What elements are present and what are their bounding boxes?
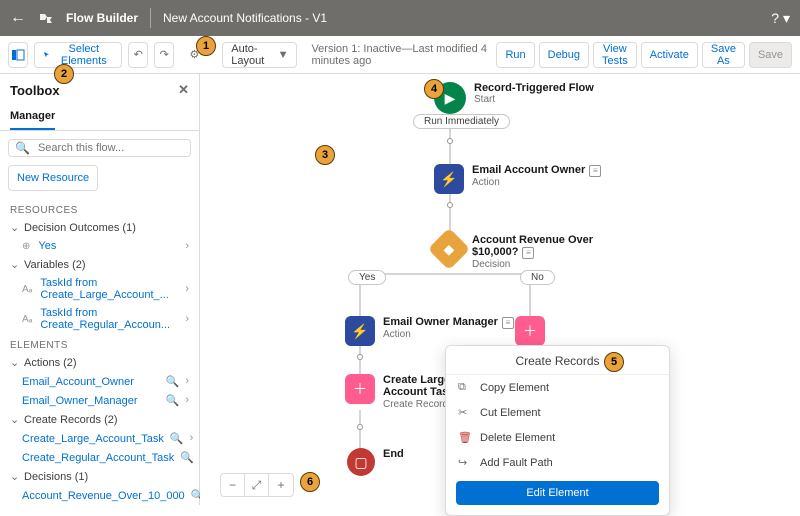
debug-button[interactable]: Debug [539, 42, 589, 68]
email-owner-manager-node[interactable]: ⚡ Email Owner Manager≡Action [345, 316, 514, 346]
callout-5: 5 [604, 352, 624, 372]
context-menu-title: Create Records [446, 346, 669, 375]
new-resource-button[interactable]: New Resource [8, 165, 98, 191]
find-icon[interactable]: 🔍 [166, 394, 180, 407]
variable-item[interactable]: AₐTaskId from Create_Regular_Accoun...› [0, 304, 199, 334]
group-decisions[interactable]: ⌄Decisions (1) [0, 467, 199, 486]
ctx-add-fault[interactable]: ↪Add Fault Path [446, 450, 669, 475]
variable-item[interactable]: AₐTaskId from Create_Large_Account_...› [0, 274, 199, 304]
undo-button[interactable]: ↶ [128, 42, 148, 68]
add-node-dot[interactable] [357, 354, 363, 360]
find-icon[interactable]: 🔍 [170, 432, 184, 445]
toolbox-title: Toolbox [10, 83, 60, 98]
search-input[interactable] [36, 141, 184, 155]
find-icon[interactable]: 🔍 [180, 451, 194, 464]
group-actions[interactable]: ⌄Actions (2) [0, 353, 199, 372]
ctx-copy[interactable]: ⧉Copy Element [446, 375, 669, 400]
layout-mode-select[interactable]: Auto-Layout▼ [222, 42, 297, 68]
callout-3: 3 [315, 145, 335, 165]
close-icon[interactable]: ✕ [178, 82, 189, 98]
callout-2: 2 [54, 64, 74, 84]
back-arrow-icon[interactable]: ← [10, 9, 26, 27]
callout-4: 4 [424, 79, 444, 99]
resource-yes[interactable]: ⊕Yes› [0, 237, 199, 255]
save-as-button[interactable]: Save As [702, 42, 745, 68]
divider [150, 8, 151, 28]
branch-no[interactable]: No [520, 270, 555, 285]
bolt-icon: ⚡ [345, 316, 375, 346]
context-menu: Create Records ⧉Copy Element ✂Cut Elemen… [445, 345, 670, 516]
flow-logo-icon [38, 10, 54, 26]
cut-icon: ✂ [458, 406, 472, 419]
redo-button[interactable]: ↷ [154, 42, 174, 68]
create-records-icon: ＋ [345, 374, 375, 404]
trash-icon: 🗑 [458, 431, 472, 444]
element-item[interactable]: Create_Large_Account_Task🔍› [0, 429, 199, 448]
add-node-dot[interactable] [357, 424, 363, 430]
end-icon: ▢ [347, 448, 375, 476]
group-variables[interactable]: ⌄Variables (2) [0, 255, 199, 274]
element-item[interactable]: Email_Owner_Manager🔍› [0, 391, 199, 410]
find-icon[interactable]: 🔍 [166, 375, 180, 388]
view-tests-button[interactable]: View Tests [593, 42, 637, 68]
element-item[interactable]: Email_Account_Owner🔍› [0, 372, 199, 391]
decision-icon: ◆ [428, 228, 470, 270]
decision-node[interactable]: ◆ Account Revenue Over $10,000?≡Decision [434, 234, 602, 270]
select-elements-label: Select Elements [54, 43, 113, 67]
run-immediately-pill[interactable]: Run Immediately [413, 114, 510, 129]
version-status: Version 1: Inactive—Last modified 4 minu… [311, 43, 490, 67]
create-records-right-node[interactable]: ＋ [515, 316, 545, 346]
copy-icon: ⧉ [458, 381, 472, 394]
app-title: Flow Builder [66, 11, 138, 25]
ctx-delete[interactable]: 🗑Delete Element [446, 425, 669, 450]
ctx-edit-element[interactable]: Edit Element [456, 481, 659, 505]
group-create-records[interactable]: ⌄Create Records (2) [0, 410, 199, 429]
layout-mode-label: Auto-Layout [231, 43, 271, 67]
element-item[interactable]: Create_Regular_Account_Task🔍› [0, 448, 199, 467]
flow-name: New Account Notifications - V1 [163, 11, 327, 25]
note-icon[interactable]: ≡ [589, 165, 601, 177]
search-icon: 🔍 [15, 141, 30, 155]
resources-heading: RESOURCES [0, 199, 199, 218]
start-node[interactable]: ▶ Record-Triggered FlowStart [434, 82, 594, 114]
note-icon[interactable]: ≡ [502, 317, 514, 329]
bolt-icon: ⚡ [434, 164, 464, 194]
callout-6: 6 [300, 472, 320, 492]
activate-button[interactable]: Activate [641, 42, 698, 68]
search-input-wrap[interactable]: 🔍 [8, 139, 191, 157]
element-item[interactable]: Account_Revenue_Over_10_000🔍› [0, 486, 199, 505]
toolbox-panel: Toolbox ✕ Manager 🔍 New Resource RESOURC… [0, 74, 200, 505]
ctx-cut[interactable]: ✂Cut Element [446, 400, 669, 425]
email-account-owner-node[interactable]: ⚡ Email Account Owner≡Action [434, 164, 601, 194]
run-button[interactable]: Run [496, 42, 534, 68]
callout-1: 1 [196, 36, 216, 56]
help-icon[interactable]: ? ▾ [771, 10, 790, 27]
branch-yes[interactable]: Yes [348, 270, 386, 285]
create-records-icon: ＋ [515, 316, 545, 346]
zoom-controls: − ⤢ + [220, 473, 294, 497]
fault-icon: ↪ [458, 456, 472, 469]
tab-manager[interactable]: Manager [10, 106, 55, 130]
save-button: Save [749, 42, 792, 68]
add-node-dot[interactable] [447, 202, 453, 208]
zoom-in-button[interactable]: + [269, 474, 293, 496]
group-decision-outcomes[interactable]: ⌄Decision Outcomes (1) [0, 218, 199, 237]
toolbox-toggle-button[interactable] [8, 42, 28, 68]
select-elements-button[interactable]: Select Elements [34, 42, 122, 68]
add-node-dot[interactable] [447, 138, 453, 144]
end-node[interactable]: ▢ End [347, 448, 404, 476]
zoom-out-button[interactable]: − [221, 474, 245, 496]
note-icon[interactable]: ≡ [522, 247, 534, 259]
elements-heading: ELEMENTS [0, 334, 199, 353]
zoom-fit-button[interactable]: ⤢ [245, 474, 269, 496]
